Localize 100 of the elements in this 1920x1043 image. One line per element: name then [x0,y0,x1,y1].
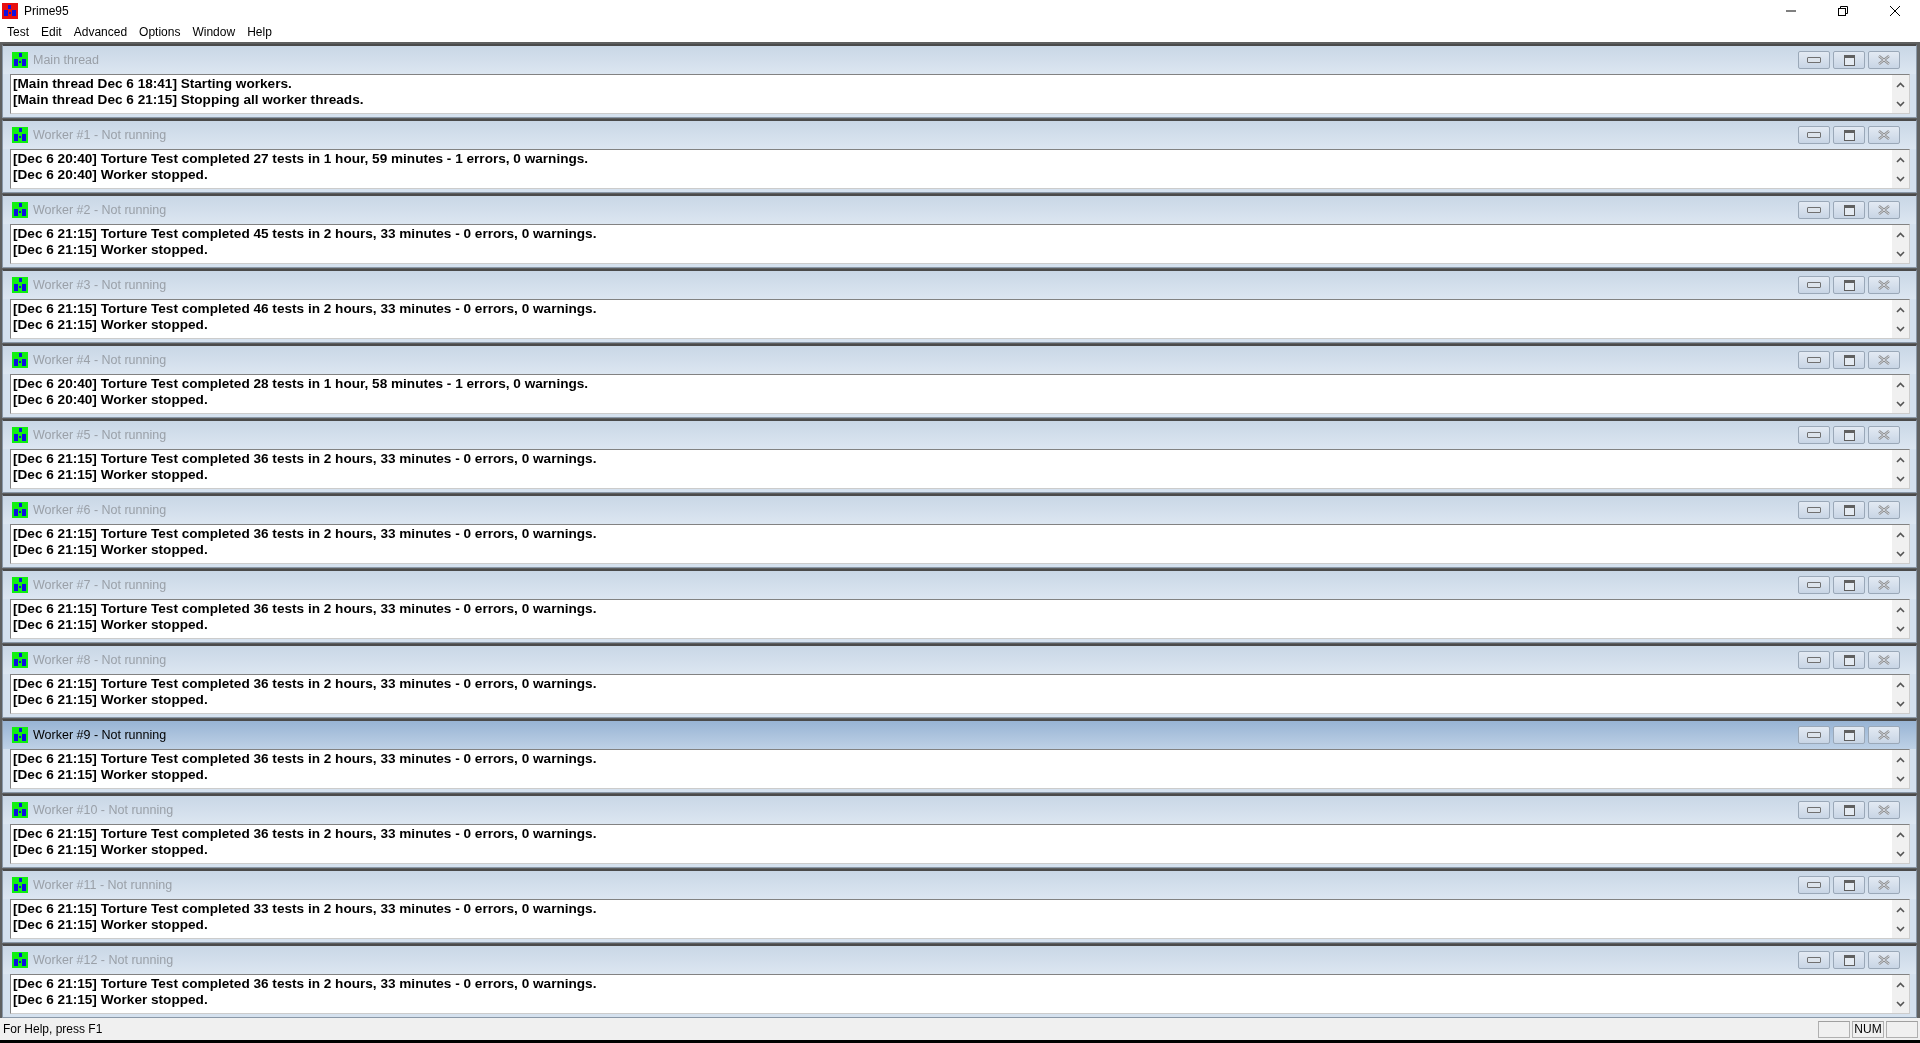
restore-icon[interactable] [1837,5,1849,17]
scroll-up-icon[interactable] [1896,381,1905,388]
scroll-down-icon[interactable] [1896,550,1905,557]
log-line: [Dec 6 20:40] Worker stopped. [13,167,209,183]
scroll-up-icon[interactable] [1896,156,1905,163]
log-line: [Dec 6 21:15] Torture Test completed 36 tests in 2 hours, 33 minutes - 0 errors, 0 warnings. [13,676,598,692]
maximize-button[interactable] [1833,201,1865,219]
scroll-down-icon[interactable] [1896,325,1905,332]
scroll-up-icon[interactable] [1896,756,1905,763]
minimize-button[interactable] [1798,501,1830,519]
minimize-button[interactable] [1798,801,1830,819]
minimize-icon [1807,132,1821,138]
log-line: [Dec 6 21:15] Worker stopped. [13,917,209,933]
scroll-up-icon[interactable] [1896,606,1905,613]
app-logo-icon [12,727,28,743]
minimize-icon [1807,657,1821,663]
maximize-icon [1843,879,1855,891]
scroll-up-icon[interactable] [1896,681,1905,688]
menu-item[interactable]: Edit [36,25,69,39]
scroll-down-icon[interactable] [1896,850,1905,857]
log-line: [Dec 6 21:15] Torture Test completed 36 tests in 2 hours, 33 minutes - 0 errors, 0 warnings. [13,751,598,767]
window-title: Worker #8 - Not running [33,653,167,667]
scroll-up-icon[interactable] [1896,231,1905,238]
maximize-button[interactable] [1833,51,1865,69]
window-title: Worker #3 - Not running [33,278,167,292]
scroll-down-icon[interactable] [1896,775,1905,782]
app-logo-icon [12,952,28,968]
log-line: [Dec 6 21:15] Torture Test completed 45 tests in 2 hours, 33 minutes - 0 errors, 0 warnings. [13,226,598,242]
scroll-down-icon[interactable] [1896,625,1905,632]
log-line: [Dec 6 21:15] Worker stopped. [13,242,209,258]
menu-item[interactable]: Advanced [68,25,135,39]
scroll-up-icon[interactable] [1896,831,1905,838]
log-line: [Dec 6 21:15] Torture Test completed 36 tests in 2 hours, 33 minutes - 0 errors, 0 warnings. [13,526,598,542]
scroll-up-icon[interactable] [1896,531,1905,538]
scroll-down-icon[interactable] [1896,175,1905,182]
log-line: [Dec 6 21:15] Worker stopped. [13,692,209,708]
minimize-button[interactable] [1798,351,1830,369]
maximize-icon [1843,129,1855,141]
scroll-up-icon[interactable] [1896,906,1905,913]
window-title: Worker #1 - Not running [33,128,167,142]
scroll-down-icon[interactable] [1896,100,1905,107]
close-icon [1877,805,1891,815]
log-line: [Dec 6 21:15] Worker stopped. [13,842,209,858]
maximize-button[interactable] [1833,651,1865,669]
app-logo-icon [12,52,28,68]
minimize-button[interactable] [1798,876,1830,894]
maximize-button[interactable] [1833,876,1865,894]
scroll-down-icon[interactable] [1896,475,1905,482]
maximize-button[interactable] [1833,576,1865,594]
minimize-button[interactable] [1798,426,1830,444]
log-line: [Dec 6 21:15] Torture Test completed 46 tests in 2 hours, 33 minutes - 0 errors, 0 warnings. [13,301,598,317]
maximize-button[interactable] [1833,501,1865,519]
scroll-down-icon[interactable] [1896,700,1905,707]
scroll-down-icon[interactable] [1896,250,1905,257]
app-logo-icon [12,652,28,668]
scroll-down-icon[interactable] [1896,1000,1905,1007]
scroll-down-icon[interactable] [1896,400,1905,407]
log-line: [Dec 6 21:15] Worker stopped. [13,542,209,558]
close-icon [1877,280,1891,290]
app-logo-icon [12,577,28,593]
minimize-icon [1807,207,1821,213]
close-icon [1877,430,1891,440]
window-title: Worker #6 - Not running [33,503,167,517]
app-logo-icon [2,3,18,19]
maximize-button[interactable] [1833,276,1865,294]
close-icon [1877,880,1891,890]
scroll-up-icon[interactable] [1896,981,1905,988]
log-line: [Dec 6 21:15] Torture Test completed 36 tests in 2 hours, 33 minutes - 0 errors, 0 warnings. [13,826,598,842]
status-indicator [1818,1020,1850,1038]
maximize-button[interactable] [1833,951,1865,969]
minimize-button[interactable] [1798,651,1830,669]
maximize-icon [1843,654,1855,666]
maximize-icon [1843,954,1855,966]
maximize-button[interactable] [1833,426,1865,444]
menu-item[interactable]: Help [242,25,279,39]
minimize-button[interactable] [1798,126,1830,144]
maximize-button[interactable] [1833,801,1865,819]
minimize-button[interactable] [1798,951,1830,969]
scroll-down-icon[interactable] [1896,925,1905,932]
log-line: [Main thread Dec 6 18:41] Starting workers. [13,76,293,92]
maximize-button[interactable] [1833,726,1865,744]
minimize-button[interactable] [1798,726,1830,744]
minimize-button[interactable] [1798,576,1830,594]
minimize-button[interactable] [1798,276,1830,294]
scroll-up-icon[interactable] [1896,81,1905,88]
menu-item[interactable]: Test [2,25,36,39]
minimize-icon [1807,507,1821,513]
scroll-up-icon[interactable] [1896,306,1905,313]
maximize-button[interactable] [1833,351,1865,369]
close-icon[interactable] [1889,5,1901,17]
minimize-button[interactable] [1798,51,1830,69]
scroll-up-icon[interactable] [1896,456,1905,463]
num-lock-indicator: NUM [1852,1020,1884,1038]
maximize-button[interactable] [1833,126,1865,144]
menu-item[interactable]: Options [134,25,188,39]
close-icon [1877,205,1891,215]
log-line: [Dec 6 21:15] Worker stopped. [13,317,209,333]
minimize-button[interactable] [1798,201,1830,219]
menu-item[interactable]: Window [187,25,243,39]
minimize-icon [1807,732,1821,738]
